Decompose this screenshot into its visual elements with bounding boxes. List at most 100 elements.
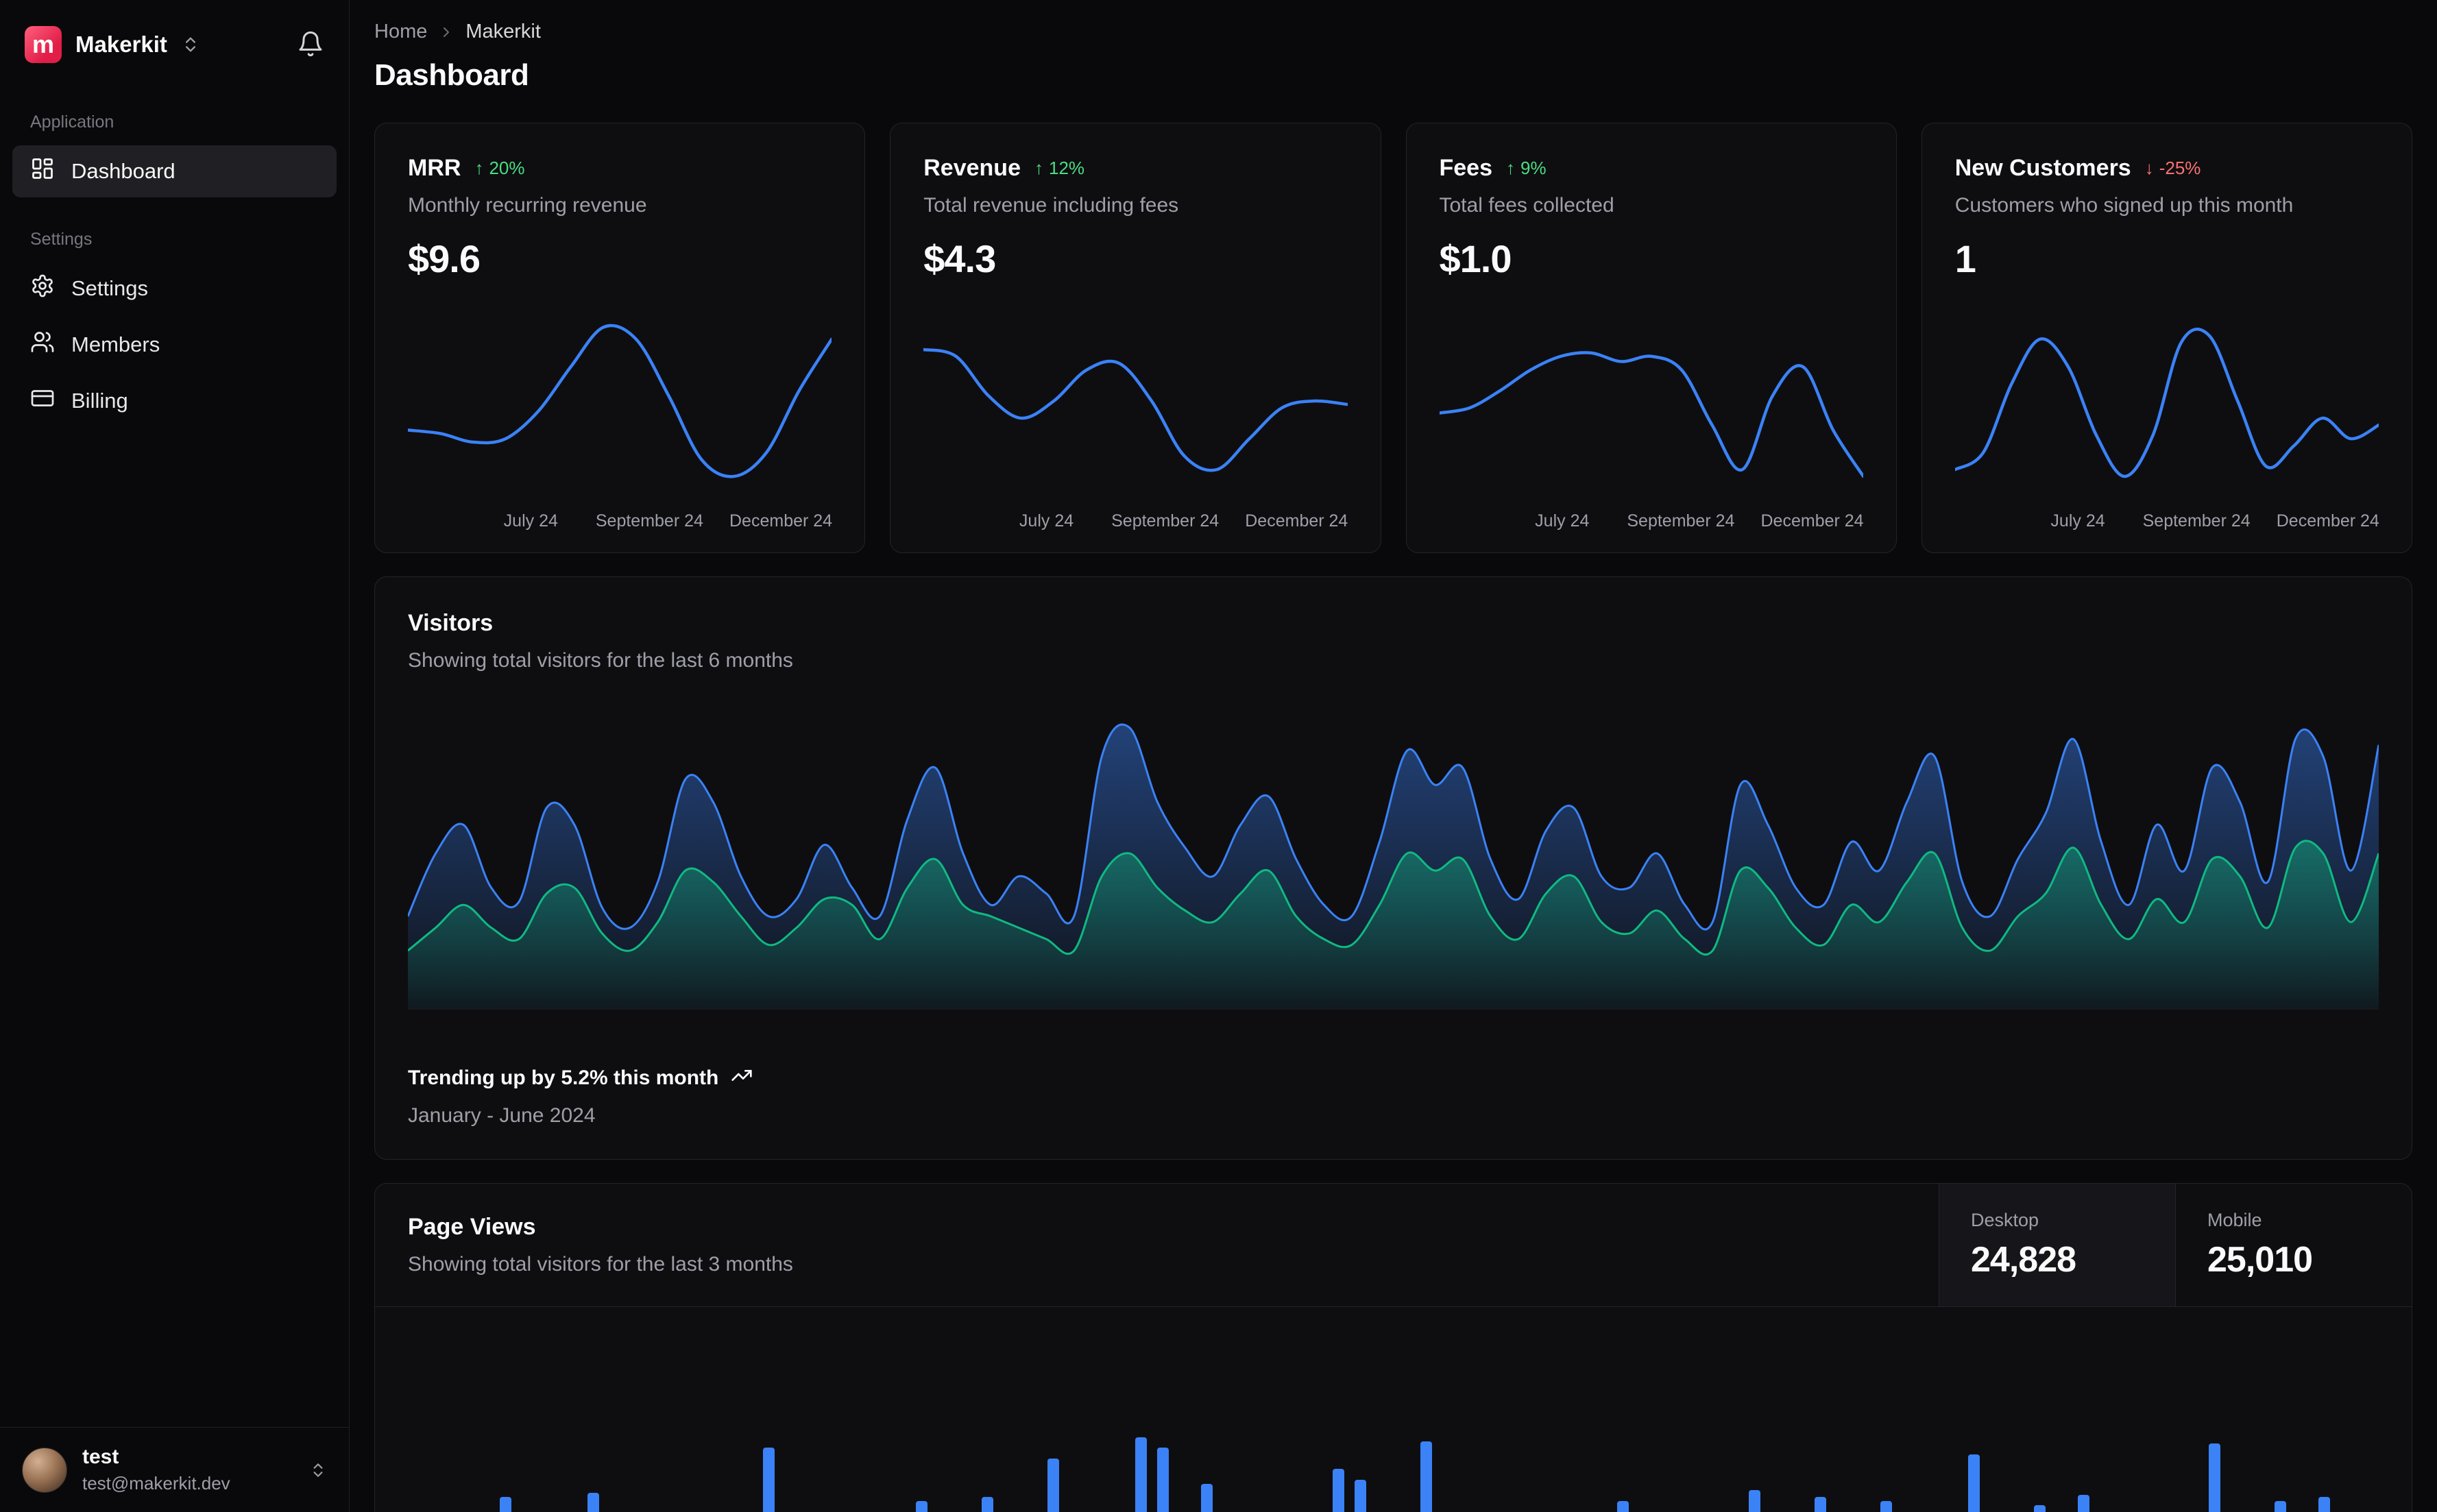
- user-email: test@makerkit.dev: [82, 1473, 230, 1493]
- app-root: m Makerkit Application Dashboard Setting…: [0, 0, 2437, 1512]
- sidebar-item-label: Members: [71, 332, 160, 356]
- sidebar-item-members[interactable]: Members: [12, 319, 337, 371]
- bar: [1354, 1480, 1366, 1512]
- nav-application: Dashboard: [0, 143, 349, 199]
- sparkline-chart: [1955, 310, 2379, 499]
- x-axis-label: September 24: [595, 511, 703, 531]
- stat-card-title: New Customers: [1954, 155, 2131, 181]
- sidebar-item-billing[interactable]: Billing: [12, 375, 337, 427]
- bar: [2077, 1495, 2089, 1512]
- stat-card-title: Revenue: [923, 155, 1021, 181]
- toggle-label: Desktop: [1971, 1210, 2039, 1230]
- nav-section-label-settings: Settings: [30, 230, 93, 249]
- x-axis-label: July 24: [1019, 511, 1074, 531]
- stat-card-value: $9.6: [408, 237, 481, 280]
- x-axis-label: July 24: [1535, 511, 1590, 531]
- page-views-title: Page Views: [408, 1214, 536, 1240]
- toggle-value: 25,010: [2207, 1240, 2313, 1280]
- sidebar-item-label: Billing: [71, 389, 128, 413]
- x-axis-label: September 24: [1627, 511, 1735, 531]
- bar: [1156, 1448, 1169, 1512]
- x-axis-label: December 24: [1245, 511, 1348, 531]
- chevrons-up-down-icon[interactable]: [181, 35, 200, 54]
- visitors-trend-text: Trending up by 5.2% this month: [408, 1066, 719, 1089]
- x-axis-label: July 24: [503, 511, 558, 531]
- visitors-date-range: January - June 2024: [408, 1104, 596, 1127]
- x-axis: July 24 September 24 December 24: [1955, 504, 2379, 536]
- trend-arrow-icon: ↓: [2144, 158, 2154, 178]
- chevrons-up-down-icon[interactable]: [309, 1461, 327, 1479]
- user-menu[interactable]: test test@makerkit.dev: [0, 1427, 349, 1512]
- dashboard-content: MRR ↑ 20% Monthly recurring revenue $9.6…: [374, 123, 2412, 1512]
- x-axis: July 24 September 24 December 24: [923, 504, 1348, 536]
- sparkline-chart: [923, 310, 1347, 499]
- sidebar-item-label: Settings: [71, 276, 149, 300]
- bar: [982, 1497, 994, 1512]
- trend-arrow-icon: ↑: [474, 158, 484, 178]
- avatar: [22, 1447, 67, 1493]
- page-views-bar-chart: [412, 1321, 2375, 1512]
- page-title: Dashboard: [374, 58, 529, 92]
- sidebar-item-label: Dashboard: [71, 159, 175, 183]
- stat-card-subtitle: Customers who signed up this month: [1954, 194, 2294, 217]
- trending-up-icon: [731, 1064, 753, 1092]
- page-views-subtitle: Showing total visitors for the last 3 mo…: [408, 1253, 793, 1276]
- stat-card-fees: Fees ↑ 9% Total fees collected $1.0 July…: [1405, 123, 1897, 553]
- sidebar: m Makerkit Application Dashboard Setting…: [0, 0, 350, 1512]
- stat-card-subtitle: Monthly recurring revenue: [408, 194, 647, 217]
- stat-card-revenue: Revenue ↑ 12% Total revenue including fe…: [890, 123, 1381, 553]
- breadcrumb: Home Makerkit: [374, 21, 2412, 43]
- stat-card-subtitle: Total fees collected: [1439, 194, 1614, 217]
- bar: [1200, 1484, 1213, 1512]
- bar: [762, 1448, 775, 1512]
- bar: [499, 1497, 511, 1512]
- bar: [1749, 1490, 1761, 1512]
- breadcrumb-home[interactable]: Home: [374, 21, 427, 43]
- bar: [1420, 1441, 1432, 1512]
- x-axis-label: July 24: [2050, 511, 2105, 531]
- app-logo-letter: m: [32, 30, 54, 58]
- bar: [2033, 1505, 2046, 1512]
- sidebar-item-settings[interactable]: Settings: [12, 263, 337, 315]
- sidebar-item-dashboard[interactable]: Dashboard: [12, 145, 337, 197]
- bar: [587, 1493, 599, 1512]
- visitors-area-chart: [408, 709, 2379, 1010]
- stat-card-subtitle: Total revenue including fees: [923, 194, 1179, 217]
- stat-card-value: 1: [1954, 237, 1976, 280]
- x-axis: July 24 September 24 December 24: [408, 504, 832, 536]
- stat-card-mrr: MRR ↑ 20% Monthly recurring revenue $9.6…: [374, 123, 866, 553]
- trend-value: 20%: [489, 158, 525, 178]
- x-axis: July 24 September 24 December 24: [1440, 504, 1863, 536]
- chevron-right-icon: [438, 24, 454, 40]
- dashboard-icon: [30, 156, 55, 186]
- bar: [2209, 1443, 2221, 1512]
- bell-icon: [297, 30, 324, 60]
- stat-card-new-customers: New Customers ↓ -25% Customers who signe…: [1921, 123, 2412, 553]
- stat-cards-row: MRR ↑ 20% Monthly recurring revenue $9.6…: [374, 123, 2412, 553]
- billing-icon: [30, 386, 55, 416]
- workspace-selector[interactable]: m Makerkit: [0, 0, 349, 82]
- toggle-desktop[interactable]: Desktop 24,828: [1939, 1184, 2175, 1306]
- trend-badge: ↑ 9%: [1506, 158, 1547, 179]
- visitors-footer: Trending up by 5.2% this month January -…: [408, 1064, 2379, 1127]
- bar: [1135, 1437, 1147, 1512]
- trend-arrow-icon: ↑: [1034, 158, 1043, 178]
- notifications-button[interactable]: [297, 30, 324, 60]
- bar: [1880, 1501, 1892, 1512]
- x-axis-label: December 24: [729, 511, 833, 531]
- trend-value: 12%: [1048, 158, 1085, 178]
- x-axis-label: December 24: [2276, 511, 2379, 531]
- main-content: Home Makerkit Dashboard MRR ↑ 20% Monthl…: [350, 0, 2437, 1512]
- bar: [916, 1501, 928, 1512]
- page-views-toggles: Desktop 24,828 Mobile 25,010: [1939, 1184, 2412, 1306]
- x-axis-label: September 24: [1111, 511, 1220, 531]
- bar: [1967, 1454, 1980, 1512]
- trend-arrow-icon: ↑: [1506, 158, 1515, 178]
- page-views-card: Page Views Showing total visitors for th…: [374, 1183, 2412, 1512]
- visitors-subtitle: Showing total visitors for the last 6 mo…: [408, 649, 793, 672]
- toggle-mobile[interactable]: Mobile 25,010: [2175, 1184, 2412, 1306]
- bar: [2275, 1501, 2287, 1512]
- stat-card-value: $4.3: [923, 237, 996, 280]
- page-views-header: Page Views Showing total visitors for th…: [375, 1184, 2412, 1307]
- trend-badge: ↑ 20%: [474, 158, 524, 179]
